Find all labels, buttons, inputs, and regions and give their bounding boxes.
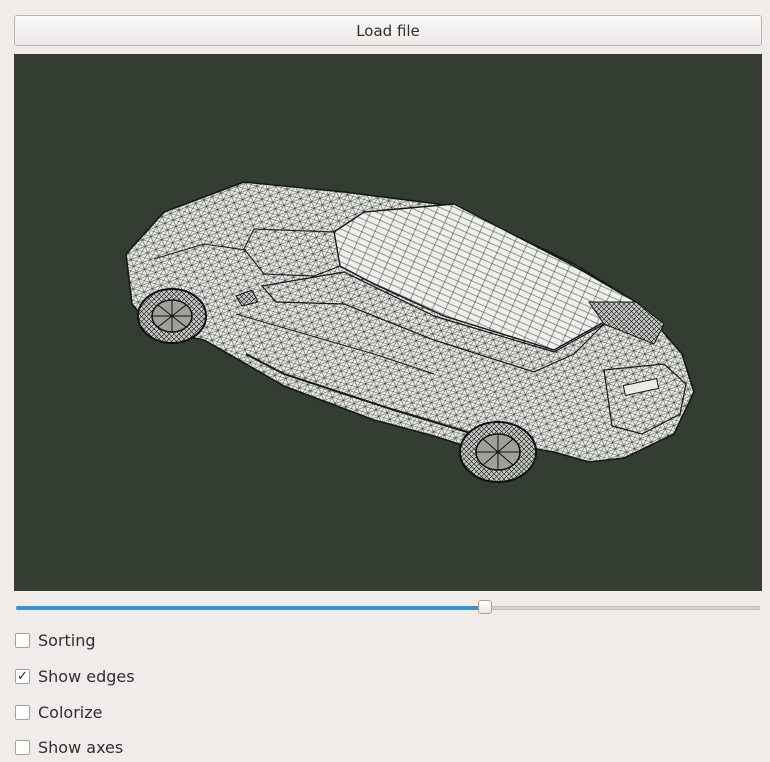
sorting-check-box[interactable] [15, 632, 30, 648]
3d-viewport[interactable] [14, 54, 762, 591]
check-mark-icon: ✓ [17, 668, 28, 684]
slider-handle[interactable] [477, 600, 492, 614]
colorize-label: Colorize [38, 702, 103, 722]
front-wheel [137, 288, 207, 344]
sorting-label: Sorting [38, 630, 96, 650]
slider-fill [16, 606, 485, 610]
show-axes-checkbox[interactable]: Show axes [15, 736, 123, 758]
load-file-button[interactable]: Load file [14, 15, 762, 46]
rear-wheel [459, 421, 537, 483]
show-axes-label: Show axes [38, 737, 124, 757]
show-edges-label: Show edges [38, 666, 135, 686]
show-edges-checkbox[interactable]: ✓ Show edges [15, 665, 135, 687]
app-window: Load file Sorting ✓ Show edges Colorize … [0, 0, 770, 762]
show-edges-check-box[interactable]: ✓ [15, 668, 30, 684]
car-wireframe-model [125, 181, 695, 483]
load-file-label: Load file [356, 21, 420, 40]
colorize-check-box[interactable] [15, 704, 30, 720]
sorting-checkbox[interactable]: Sorting [15, 629, 96, 651]
colorize-checkbox[interactable]: Colorize [15, 701, 102, 723]
show-axes-check-box[interactable] [15, 739, 30, 755]
opacity-slider[interactable] [14, 598, 762, 618]
